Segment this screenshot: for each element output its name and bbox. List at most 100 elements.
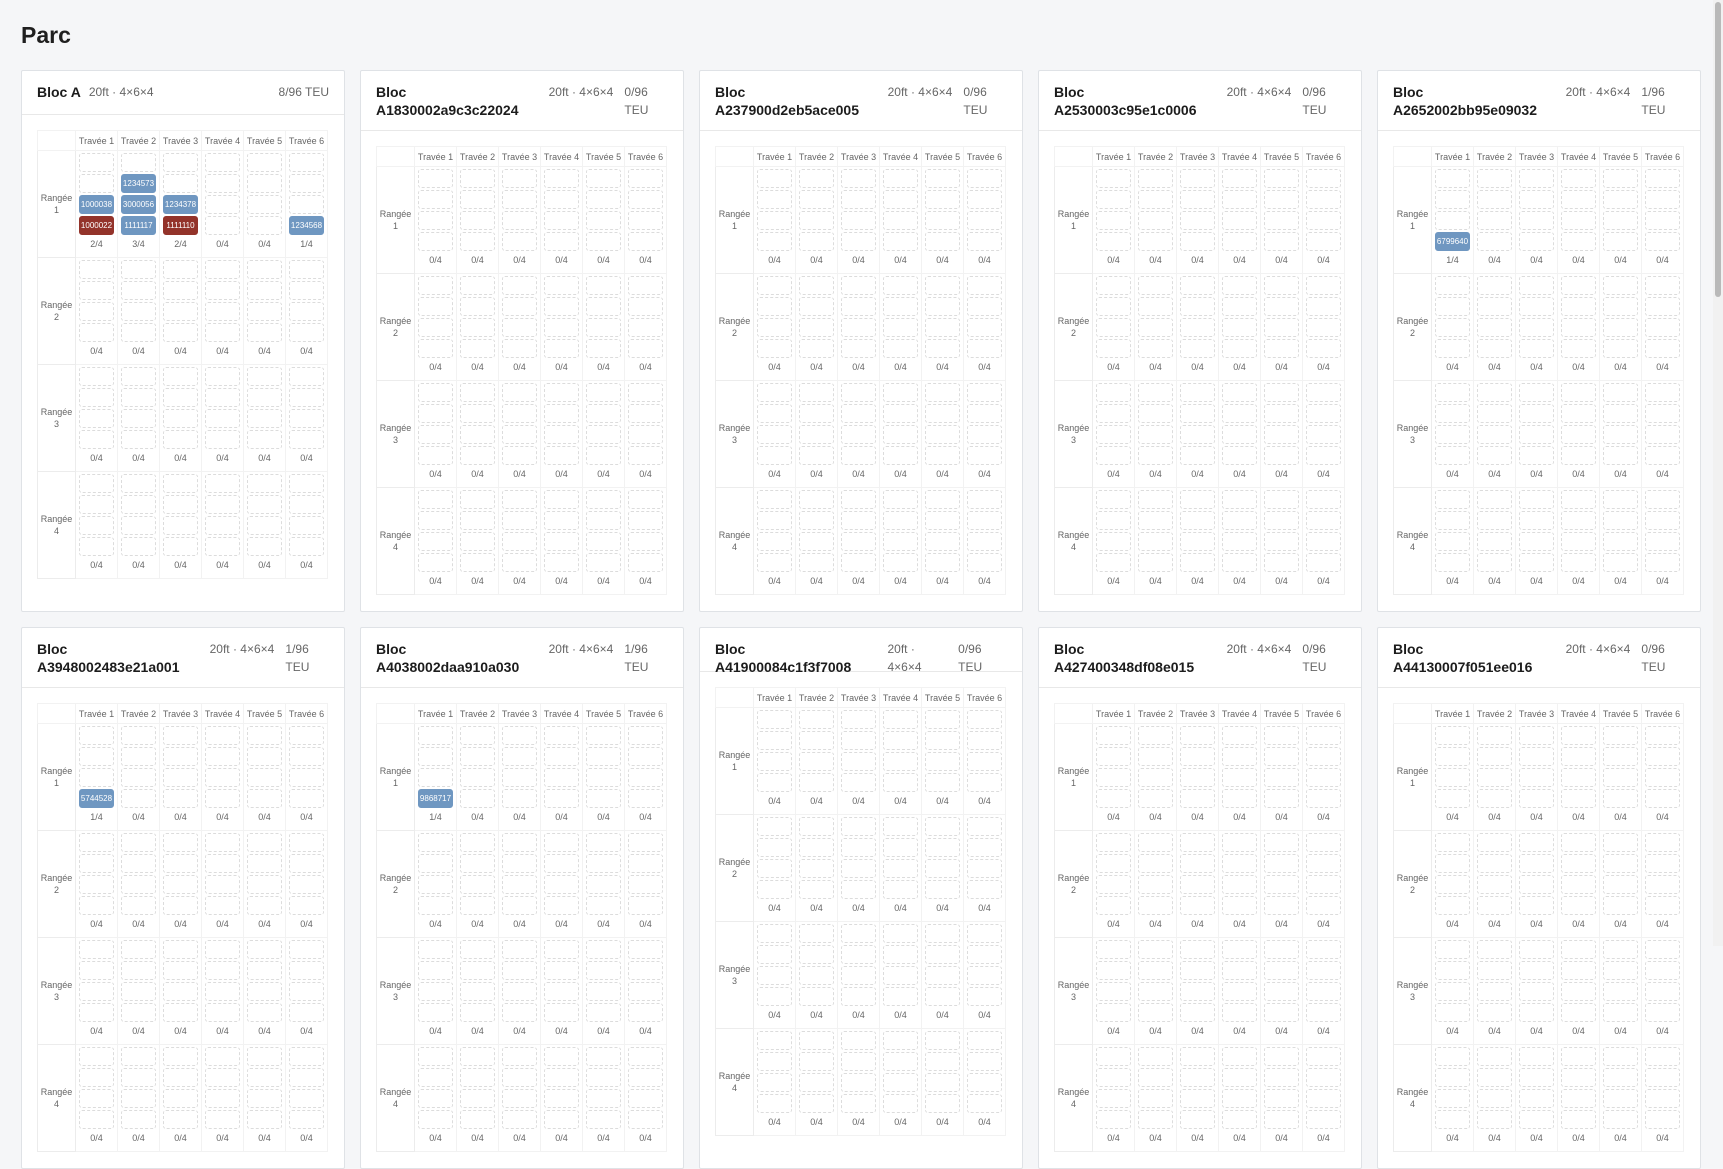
empty-slot[interactable]	[163, 875, 198, 894]
stack-cell[interactable]: 0/4	[201, 257, 244, 365]
empty-slot[interactable]	[628, 1089, 663, 1108]
empty-slot[interactable]	[1138, 1110, 1173, 1129]
empty-slot[interactable]	[799, 1073, 834, 1092]
empty-slot[interactable]	[1561, 896, 1596, 915]
empty-slot[interactable]	[757, 190, 792, 209]
empty-slot[interactable]	[586, 318, 621, 337]
empty-slot[interactable]	[1138, 875, 1173, 894]
stack-cell[interactable]: 0/4	[456, 1044, 499, 1152]
empty-slot[interactable]	[967, 276, 1002, 295]
empty-slot[interactable]	[1435, 511, 1470, 530]
empty-slot[interactable]	[1264, 1110, 1299, 1129]
empty-slot[interactable]	[544, 490, 579, 509]
empty-slot[interactable]	[1603, 276, 1638, 295]
empty-slot[interactable]	[418, 940, 453, 959]
empty-slot[interactable]	[841, 1052, 876, 1071]
stack-cell[interactable]: 0/4	[1515, 380, 1558, 488]
empty-slot[interactable]	[628, 1047, 663, 1066]
empty-slot[interactable]	[163, 388, 198, 407]
empty-slot[interactable]	[247, 216, 282, 235]
empty-slot[interactable]	[289, 726, 324, 745]
empty-slot[interactable]	[1645, 211, 1680, 230]
empty-slot[interactable]	[925, 297, 960, 316]
stack-cell[interactable]: 0/4	[243, 830, 286, 938]
empty-slot[interactable]	[205, 1110, 240, 1129]
empty-slot[interactable]	[1138, 511, 1173, 530]
empty-slot[interactable]	[1519, 1089, 1554, 1108]
empty-slot[interactable]	[1645, 425, 1680, 444]
empty-slot[interactable]	[883, 190, 918, 209]
empty-slot[interactable]	[1435, 1089, 1470, 1108]
empty-slot[interactable]	[799, 987, 834, 1006]
stack-cell[interactable]: 0/4	[837, 273, 880, 381]
empty-slot[interactable]	[1435, 896, 1470, 915]
empty-slot[interactable]	[1477, 747, 1512, 766]
empty-slot[interactable]	[1264, 854, 1299, 873]
empty-slot[interactable]	[79, 940, 114, 959]
empty-slot[interactable]	[121, 409, 156, 428]
empty-slot[interactable]	[205, 726, 240, 745]
empty-slot[interactable]	[628, 982, 663, 1001]
stack-cell[interactable]: 0/4	[1515, 937, 1558, 1045]
empty-slot[interactable]	[460, 896, 495, 915]
empty-slot[interactable]	[1306, 833, 1341, 852]
stack-cell[interactable]: 0/4	[1260, 830, 1303, 938]
empty-slot[interactable]	[1222, 896, 1257, 915]
empty-slot[interactable]	[1306, 425, 1341, 444]
stack-cell[interactable]: 0/4	[285, 830, 328, 938]
stack-cell[interactable]: 0/4	[1176, 380, 1219, 488]
empty-slot[interactable]	[544, 896, 579, 915]
empty-slot[interactable]	[1306, 854, 1341, 873]
stack-cell[interactable]: 0/4	[75, 364, 118, 472]
stack-cell[interactable]: 0/4	[1641, 1044, 1684, 1152]
empty-slot[interactable]	[967, 211, 1002, 230]
empty-slot[interactable]	[1477, 190, 1512, 209]
empty-slot[interactable]	[1561, 446, 1596, 465]
empty-slot[interactable]	[925, 987, 960, 1006]
empty-slot[interactable]	[841, 297, 876, 316]
empty-slot[interactable]	[205, 516, 240, 535]
empty-slot[interactable]	[1096, 169, 1131, 188]
empty-slot[interactable]	[1645, 318, 1680, 337]
empty-slot[interactable]	[1603, 211, 1638, 230]
empty-slot[interactable]	[121, 896, 156, 915]
empty-slot[interactable]	[1645, 276, 1680, 295]
empty-slot[interactable]	[205, 302, 240, 321]
empty-slot[interactable]	[1264, 490, 1299, 509]
empty-slot[interactable]	[544, 532, 579, 551]
stack-cell[interactable]: 0/4	[159, 830, 202, 938]
empty-slot[interactable]	[1096, 940, 1131, 959]
empty-slot[interactable]	[502, 789, 537, 808]
empty-slot[interactable]	[967, 404, 1002, 423]
empty-slot[interactable]	[1180, 940, 1215, 959]
empty-slot[interactable]	[586, 833, 621, 852]
empty-slot[interactable]	[925, 838, 960, 857]
empty-slot[interactable]	[1180, 1089, 1215, 1108]
empty-slot[interactable]	[1138, 747, 1173, 766]
empty-slot[interactable]	[1645, 446, 1680, 465]
empty-slot[interactable]	[460, 511, 495, 530]
empty-slot[interactable]	[289, 940, 324, 959]
empty-slot[interactable]	[460, 383, 495, 402]
empty-slot[interactable]	[883, 318, 918, 337]
empty-slot[interactable]	[1477, 1047, 1512, 1066]
empty-slot[interactable]	[1306, 875, 1341, 894]
empty-slot[interactable]	[841, 880, 876, 899]
empty-slot[interactable]	[1264, 553, 1299, 572]
empty-slot[interactable]	[757, 924, 792, 943]
stack-cell[interactable]: 0/4	[201, 1044, 244, 1152]
empty-slot[interactable]	[163, 982, 198, 1001]
stack-cell[interactable]: 0/4	[963, 380, 1006, 488]
empty-slot[interactable]	[1096, 232, 1131, 251]
empty-slot[interactable]	[883, 945, 918, 964]
empty-slot[interactable]	[883, 232, 918, 251]
stack-cell[interactable]: 0/4	[753, 707, 796, 815]
empty-slot[interactable]	[1138, 532, 1173, 551]
empty-slot[interactable]	[418, 425, 453, 444]
empty-slot[interactable]	[1561, 404, 1596, 423]
empty-slot[interactable]	[967, 752, 1002, 771]
empty-slot[interactable]	[121, 1068, 156, 1087]
empty-slot[interactable]	[841, 773, 876, 792]
empty-slot[interactable]	[1096, 339, 1131, 358]
empty-slot[interactable]	[544, 553, 579, 572]
